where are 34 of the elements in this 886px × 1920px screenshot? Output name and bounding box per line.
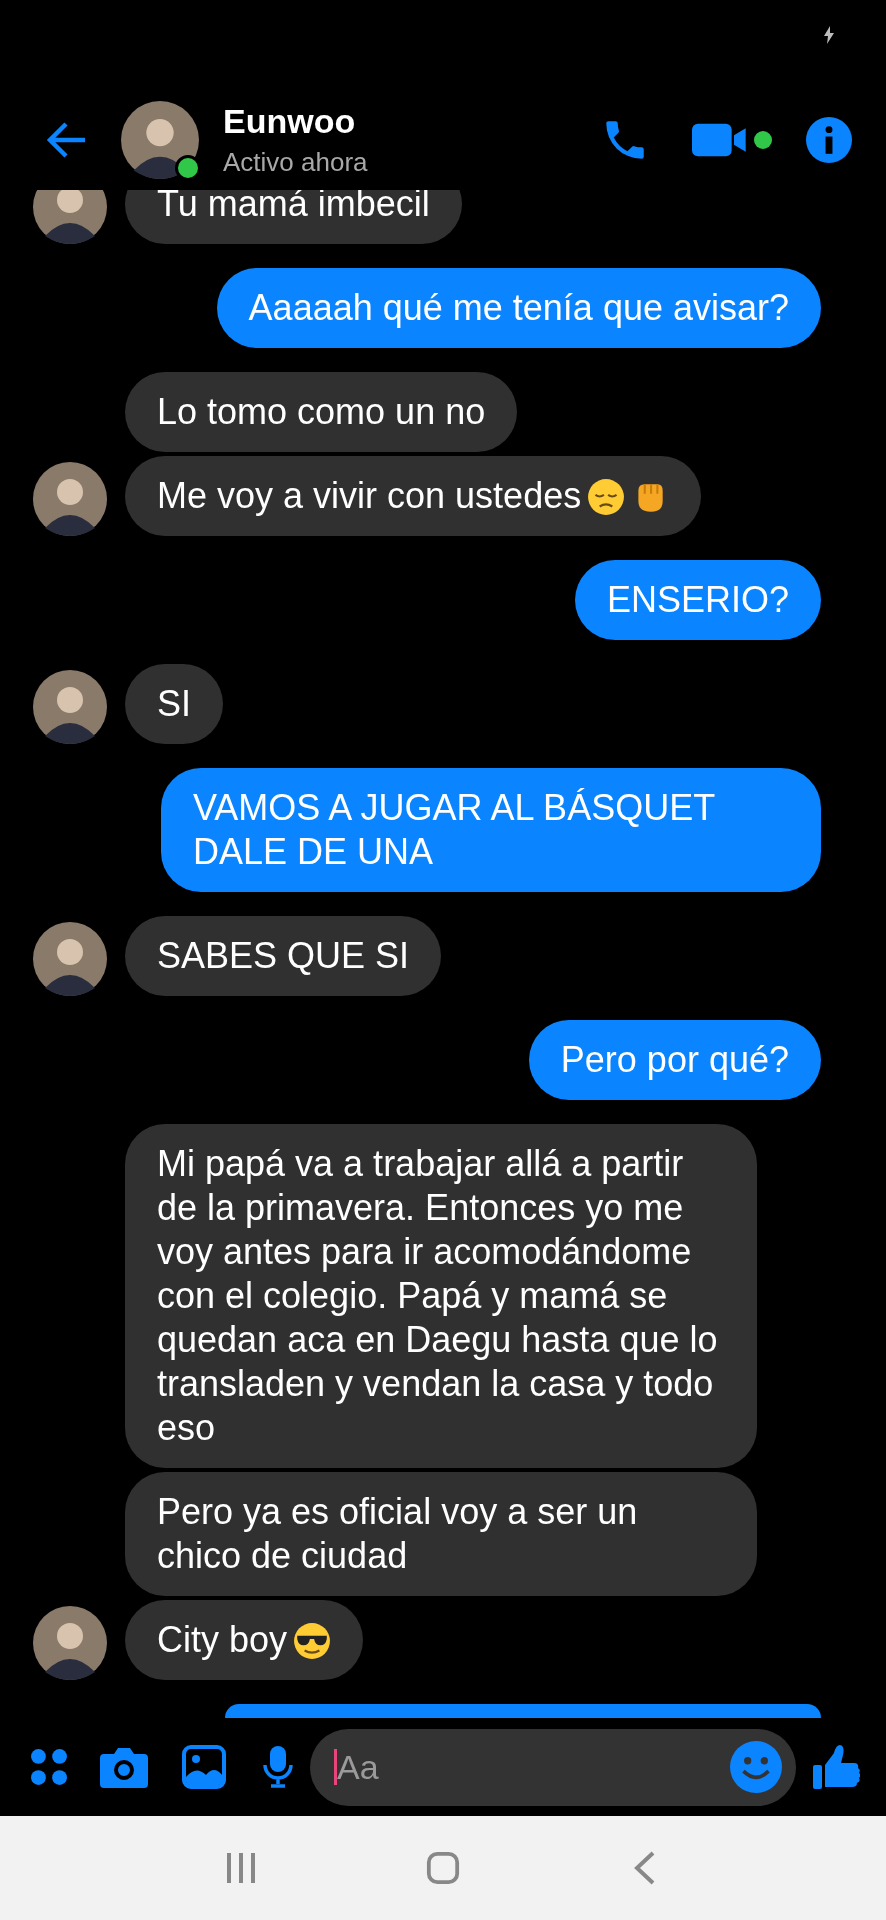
message-bubble: Lo tomo como un no	[125, 372, 518, 452]
contact-name: Eunwoo	[223, 102, 357, 141]
recent-apps-icon[interactable]	[224, 1851, 258, 1885]
smiley-icon[interactable]	[730, 1741, 782, 1793]
video-camera-icon[interactable]	[692, 121, 748, 159]
avatar-icon	[33, 1606, 107, 1680]
message-bubble: SI	[125, 664, 223, 744]
info-icon[interactable]	[806, 117, 852, 163]
message-bubble: ENSERIO?	[574, 560, 821, 640]
home-icon[interactable]	[426, 1851, 460, 1885]
active-status: Activo ahora	[223, 147, 369, 178]
text-input[interactable]: Aa	[337, 1747, 730, 1787]
charging-icon	[824, 26, 834, 44]
microphone-icon[interactable]	[262, 1745, 294, 1789]
avatar-icon	[33, 922, 107, 996]
avatar-icon	[33, 462, 107, 536]
avatar-icon	[33, 190, 107, 244]
image-icon[interactable]	[182, 1745, 226, 1789]
message-bubble: Pero ya es oficial voy a ser un chico de ciudad	[125, 1472, 757, 1596]
message-bubble: Pero por qué?	[528, 1020, 821, 1100]
message-bubble: Mi papá va a trabajar allá a partir de la primavera. Entonces yo me voy antes para ir acomodándome con el colegio. Papá y mamá se quedan aca en Daegu hasta que lo transladen y vendan la casa y todo eso	[125, 1124, 757, 1468]
message-input-field[interactable]: Aa	[310, 1728, 796, 1806]
apps-icon[interactable]	[30, 1748, 68, 1786]
avatar-icon	[33, 670, 107, 744]
message-bubble: SABES QUE SI	[125, 916, 442, 996]
pensive-face-icon	[587, 478, 626, 516]
message-bubble: Me voy a vivir con ustedes	[125, 456, 702, 536]
avatar-icon	[121, 101, 199, 179]
thumbs-up-icon[interactable]	[812, 1743, 860, 1791]
message-bubble: VAMOS A JUGAR AL BÁSQUET DALE DE UNA	[161, 768, 821, 892]
sunglasses-face-icon	[293, 1622, 332, 1660]
message-bubble: City boy	[125, 1600, 364, 1680]
message-bubble: Aaaaah qué me tenía que avisar?	[216, 268, 821, 348]
camera-icon[interactable]	[100, 1746, 148, 1788]
